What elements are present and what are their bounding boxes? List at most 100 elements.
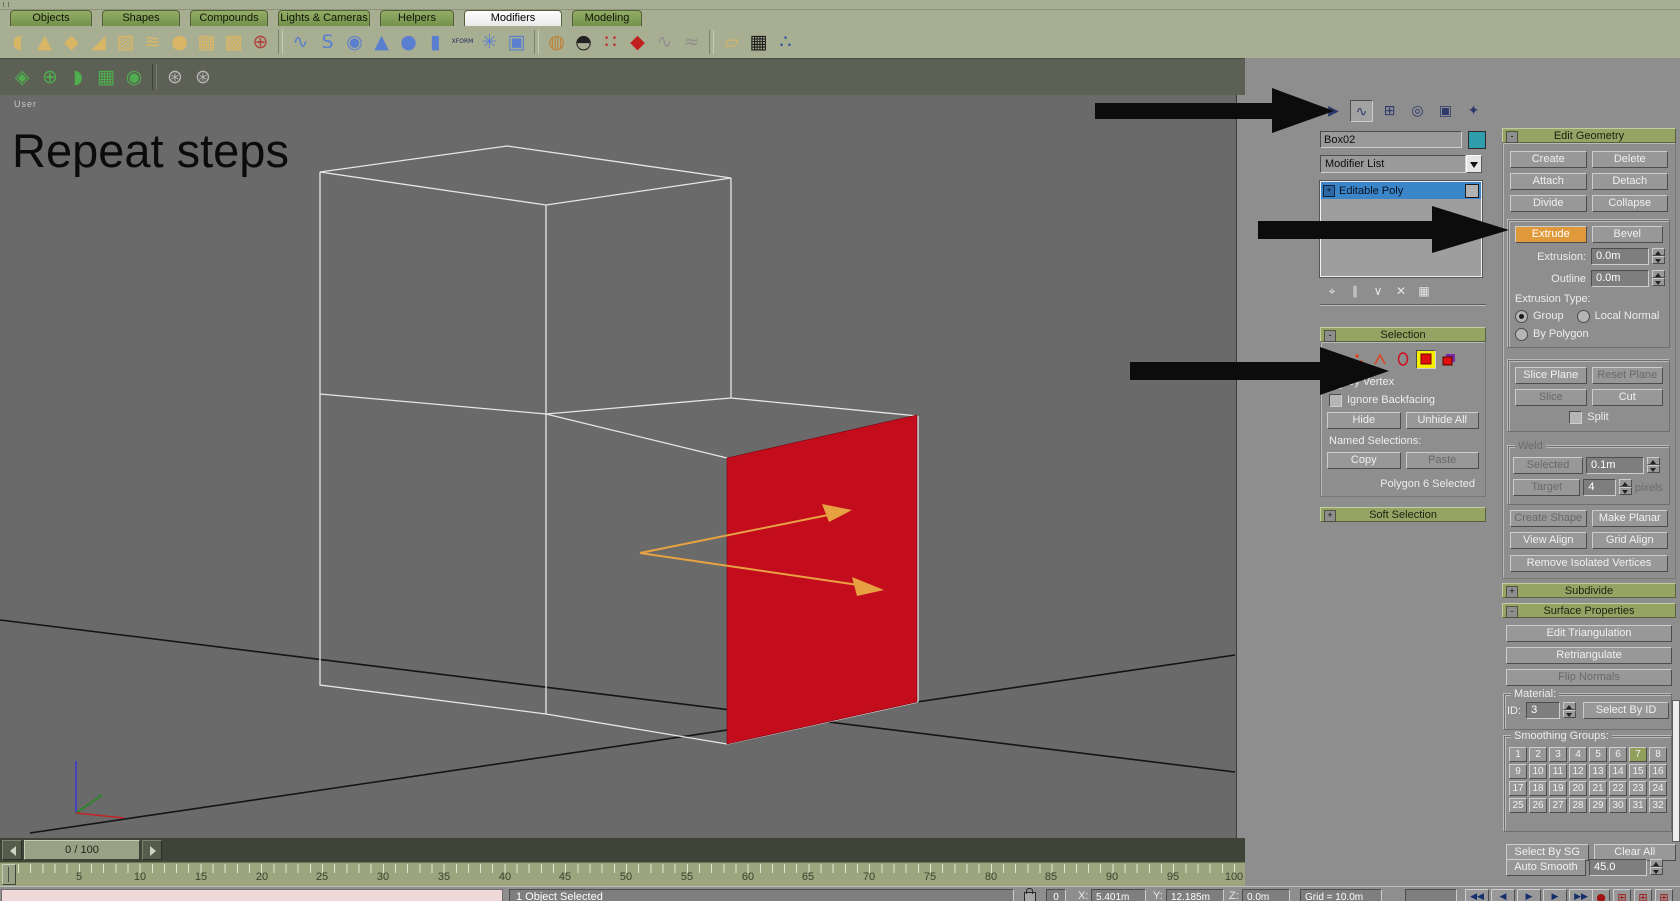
smoothing-group-button[interactable]: 29 xyxy=(1589,798,1607,813)
auto-smooth-field[interactable]: 45.0 xyxy=(1589,859,1647,876)
toolbar-separator[interactable] xyxy=(709,30,714,54)
weld-target-spinner[interactable] xyxy=(1619,479,1632,496)
next-frame-arrow[interactable] xyxy=(142,840,162,860)
smoothing-group-button[interactable]: 32 xyxy=(1649,798,1667,813)
noise-icon[interactable]: ▨ xyxy=(112,29,139,55)
spline-ik-icon[interactable]: ∿ xyxy=(287,29,314,55)
select-by-id-button[interactable]: Select By ID xyxy=(1583,702,1669,719)
remove-modifier-icon[interactable]: ✕ xyxy=(1393,283,1409,299)
configure-modifier-sets-icon[interactable]: ▦ xyxy=(1416,283,1432,299)
show-end-result-icon[interactable]: ∥ xyxy=(1347,283,1363,299)
smoothing-group-button[interactable]: 24 xyxy=(1649,781,1667,796)
smoothing-group-button[interactable]: 3 xyxy=(1549,747,1567,762)
spline-normalize-icon[interactable]: ≈ xyxy=(678,29,705,55)
detach-button[interactable]: Detach xyxy=(1592,173,1669,190)
xform-move-icon[interactable]: ⊕ xyxy=(247,29,274,55)
viewport-label[interactable]: User xyxy=(14,99,37,109)
display-tab-icon[interactable]: ▣ xyxy=(1434,100,1457,122)
create-shape-button[interactable]: Create Shape xyxy=(1510,510,1587,527)
smoothing-group-button[interactable]: 14 xyxy=(1609,764,1627,779)
smoothing-group-button[interactable]: 11 xyxy=(1549,764,1567,779)
tab-shapes[interactable]: Shapes xyxy=(102,10,180,26)
element-subobject-icon[interactable] xyxy=(1439,350,1459,369)
make-unique-icon[interactable]: ∨ xyxy=(1370,283,1386,299)
cut-button[interactable]: Cut xyxy=(1592,389,1664,406)
surface-tools-icon[interactable]: ◆ xyxy=(624,29,651,55)
smoothing-group-button[interactable]: 26 xyxy=(1529,798,1547,813)
tab-lights-cameras[interactable]: Lights & Cameras xyxy=(278,10,370,26)
vertex-subobject-icon[interactable] xyxy=(1347,350,1367,369)
smoothing-group-button[interactable]: 12 xyxy=(1569,764,1587,779)
ffd-box-icon[interactable]: ▦ xyxy=(193,29,220,55)
retriangulate-button[interactable]: Retriangulate xyxy=(1506,647,1672,664)
meshsmooth-icon[interactable]: ◉ xyxy=(341,29,368,55)
smoothing-group-button[interactable]: 30 xyxy=(1609,798,1627,813)
spline-edit-icon[interactable]: ∿ xyxy=(651,29,678,55)
gear-icon-1[interactable]: ⊛ xyxy=(161,63,189,91)
keyboard-override-icon[interactable]: ◉ xyxy=(120,63,148,91)
time-slider[interactable]: 0 / 100 xyxy=(24,840,140,860)
paste-button[interactable]: Paste xyxy=(1406,452,1480,469)
extrude-button[interactable]: Extrude xyxy=(1515,226,1587,243)
lathe-icon[interactable]: ▮ xyxy=(422,29,449,55)
smoothing-group-button[interactable]: 23 xyxy=(1629,781,1647,796)
object-name-field[interactable] xyxy=(1320,131,1462,148)
grid-align-button[interactable]: Grid Align xyxy=(1592,532,1669,549)
collapse-button[interactable]: Collapse xyxy=(1592,195,1669,212)
extrusion-spinner[interactable] xyxy=(1652,248,1665,265)
by-vertex-checkbox[interactable] xyxy=(1329,376,1342,389)
bevel-button[interactable]: Bevel xyxy=(1592,226,1664,243)
edit-triangulation-button[interactable]: Edit Triangulation xyxy=(1506,625,1672,642)
user-viewport[interactable]: User Repeat steps xyxy=(0,95,1237,838)
vertex-paint-icon[interactable]: ✳ xyxy=(476,29,503,55)
expand-icon[interactable]: + xyxy=(1323,185,1335,197)
material-ids-icon[interactable]: ∴ xyxy=(772,29,799,55)
tab-objects[interactable]: Objects xyxy=(10,10,92,26)
bend-icon[interactable]: ◖ xyxy=(4,29,31,55)
motion-tab-icon[interactable]: ◎ xyxy=(1406,100,1429,122)
smoothing-group-button[interactable]: 10 xyxy=(1529,764,1547,779)
track-bar[interactable]: 5101520253035404550556065707580859095100 xyxy=(0,862,1245,886)
utilities-tab-icon[interactable]: ✦ xyxy=(1462,100,1485,122)
angle-snap-icon[interactable]: ⊕ xyxy=(36,63,64,91)
smoothing-group-button[interactable]: 17 xyxy=(1509,781,1527,796)
smoothing-group-button[interactable]: 18 xyxy=(1529,781,1547,796)
subdivide-rollout-header[interactable]: + Subdivide xyxy=(1502,583,1676,598)
chevron-down-icon[interactable] xyxy=(1466,155,1482,173)
tab-modifiers[interactable]: Modifiers xyxy=(464,10,562,26)
x-coordinate-field[interactable]: 5.401m xyxy=(1091,889,1146,901)
reset-plane-button[interactable]: Reset Plane xyxy=(1592,367,1664,384)
stack-row-editable-poly[interactable]: + Editable Poly xyxy=(1321,182,1481,199)
sphere-icon[interactable]: ● xyxy=(395,29,422,55)
collapse-icon[interactable]: - xyxy=(1506,131,1518,143)
play-icon[interactable]: ▶ xyxy=(1517,889,1541,901)
smoothing-group-button[interactable]: 19 xyxy=(1549,781,1567,796)
stack-onoff-toggle[interactable] xyxy=(1465,184,1479,198)
object-color-swatch[interactable] xyxy=(1468,131,1486,149)
create-tab-icon[interactable]: ▶ xyxy=(1322,100,1345,122)
extrusion-field[interactable]: 0.0m xyxy=(1591,248,1649,265)
create-button[interactable]: Create xyxy=(1510,151,1587,168)
expand-icon[interactable]: + xyxy=(1506,586,1518,598)
auto-smooth-spinner[interactable] xyxy=(1650,859,1663,876)
remove-isolated-vertices-button[interactable]: Remove Isolated Vertices xyxy=(1510,555,1668,572)
go-end-icon[interactable]: ▶▶ xyxy=(1569,889,1593,901)
percent-snap-icon[interactable]: ◗ xyxy=(64,63,92,91)
time-slider-handle[interactable] xyxy=(2,864,16,885)
border-subobject-icon[interactable] xyxy=(1393,350,1413,369)
xform-icon[interactable]: XFORM xyxy=(449,29,476,55)
prev-frame-icon[interactable]: ◀ xyxy=(1491,889,1515,901)
attach-button[interactable]: Attach xyxy=(1510,173,1587,190)
time-config-icon[interactable]: ⊞ xyxy=(1613,889,1631,901)
spinner-snap-icon[interactable]: ▦ xyxy=(92,63,120,91)
tessellate-icon[interactable]: ▲ xyxy=(368,29,395,55)
outline-field[interactable]: 0.0m xyxy=(1591,270,1649,287)
material-id-spinner[interactable] xyxy=(1563,702,1576,719)
modifier-list-dropdown[interactable]: Modifier List xyxy=(1320,155,1482,173)
ripple-icon[interactable]: ≋ xyxy=(139,29,166,55)
ffd-cylinder-icon[interactable]: ◓ xyxy=(570,29,597,55)
group-radio[interactable] xyxy=(1515,310,1528,323)
toolbar-separator[interactable] xyxy=(278,30,283,54)
smoothing-group-button[interactable]: 25 xyxy=(1509,798,1527,813)
mini-listener[interactable] xyxy=(1,889,503,901)
